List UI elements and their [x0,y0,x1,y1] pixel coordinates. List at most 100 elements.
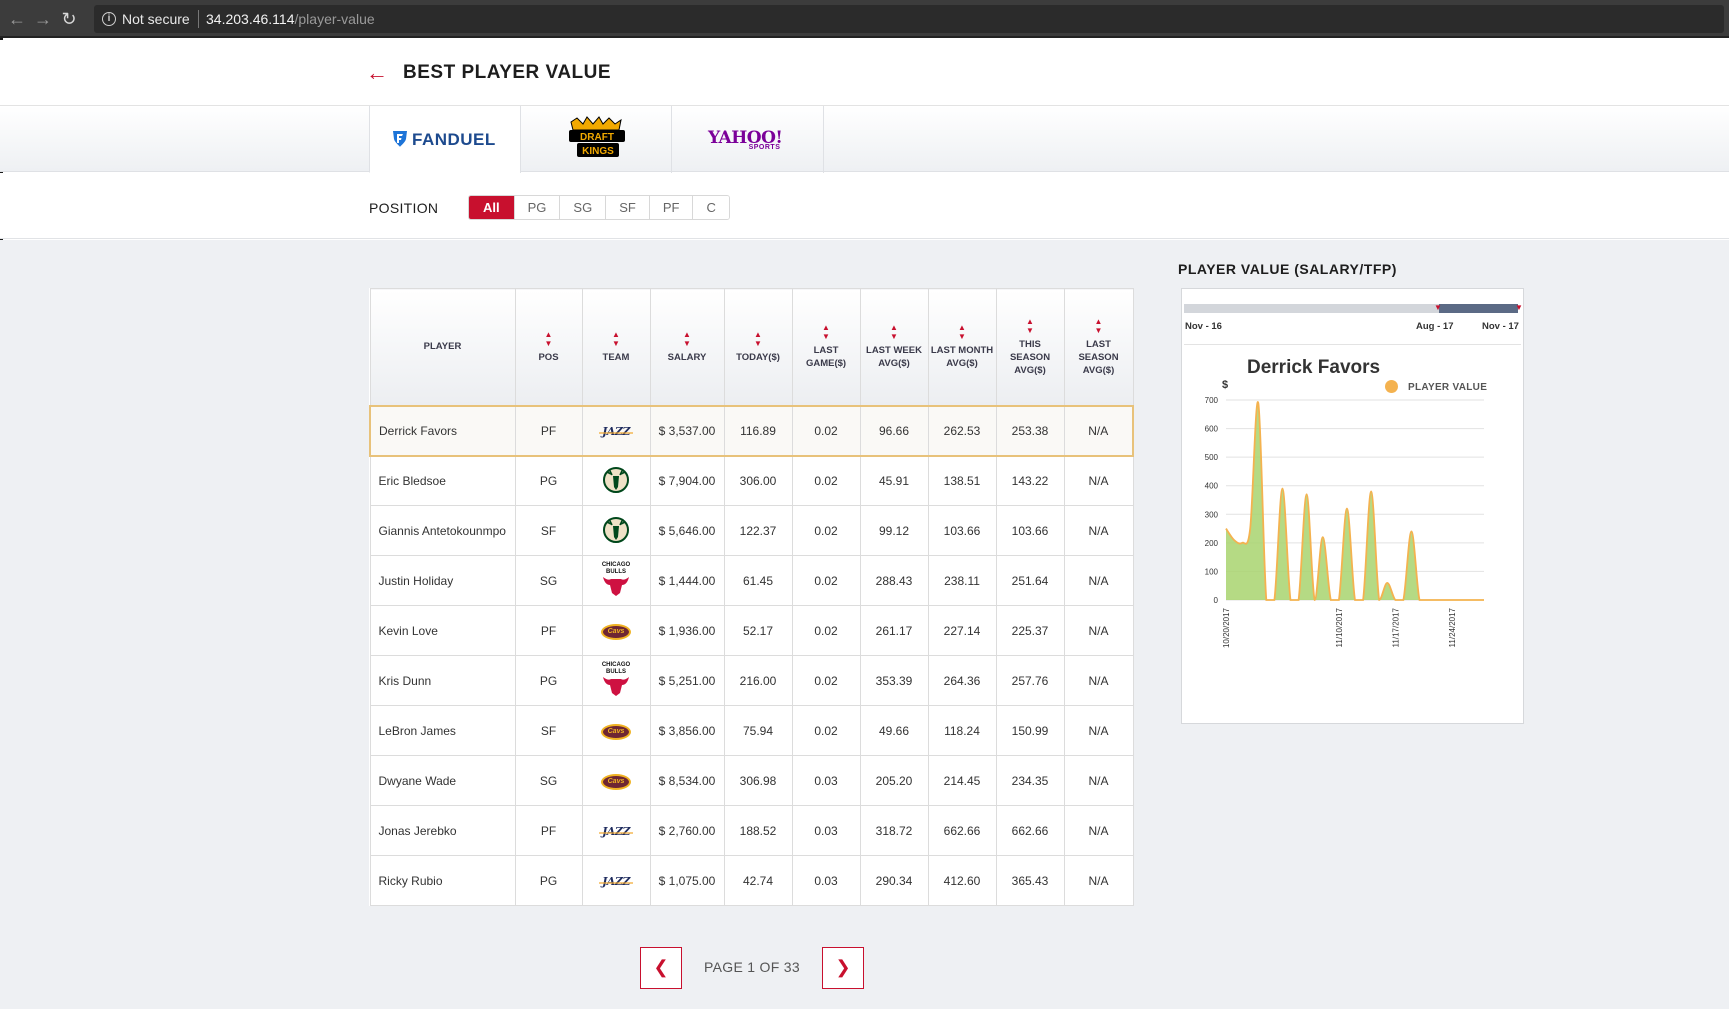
col-team[interactable]: ▲ ▼ TEAM [581,288,651,406]
table-row[interactable]: LeBron James SF Cavs $ 3,856.00 75.94 0.02 49.… [369,705,1134,756]
cell-last-season: N/A [1063,455,1134,506]
cell-this-season: 225.37 [995,605,1065,656]
legend-label: PLAYER VALUE [1408,382,1488,393]
cell-today: 188.52 [723,805,793,856]
cell-this-season: 143.22 [995,455,1065,506]
range-selection[interactable] [1439,304,1518,313]
tab-draftkings[interactable]: DRAFT KINGS [520,106,672,173]
table-row[interactable]: Dwyane Wade SG Cavs $ 8,534.00 306.98 0.03 205… [369,755,1134,806]
cell-last-month: 103.66 [927,505,997,556]
table-row[interactable]: Eric Bledsoe PG $ 7,904.00 306.00 0.02 45.91 1… [369,455,1134,506]
cell-this-season: 103.66 [995,505,1065,556]
col-last-week-label: LAST WEEK AVG($) [866,345,922,370]
cell-last-month: 662.66 [927,805,997,856]
table-row[interactable]: Ricky Rubio PG JAZZ $ 1,075.00 42.74 0.03 290.… [369,855,1134,906]
y-axis-unit: $ [1222,379,1229,391]
cell-pos: SG [514,555,583,606]
sort-icon: ▲ ▼ [1026,316,1034,335]
table-row[interactable]: Jonas Jerebko PF JAZZ $ 2,760.00 188.52 0.03 3… [369,805,1134,856]
position-sg-button[interactable]: SG [560,196,607,219]
col-pos[interactable]: ▲ ▼ POS [514,288,583,406]
cell-last-week: 49.66 [859,705,929,756]
cell-last-month: 214.45 [927,755,997,806]
cell-team: CHICAGO BULLS [581,655,651,706]
col-this-season[interactable]: ▲ ▼ THIS SEASON AVG($) [995,288,1065,406]
cell-today: 216.00 [723,655,793,706]
cell-last-month: 138.51 [927,455,997,506]
cell-pos: SG [514,755,583,806]
jazz-logo-icon: JAZZ [602,824,630,838]
col-player[interactable]: PLAYER [369,288,516,406]
col-today[interactable]: ▲ ▼ TODAY($) [723,288,793,406]
range-end-label: Nov - 17 [1482,321,1519,332]
table-row[interactable]: Kevin Love PF Cavs $ 1,936.00 52.17 0.02 261.1… [369,605,1134,656]
col-last-season[interactable]: ▲ ▼ LAST SEASON AVG($) [1063,288,1134,406]
info-icon[interactable]: i [102,12,116,26]
cell-pos: PF [514,404,583,457]
cavs-wordmark: Cavs [601,623,631,640]
forward-nav-icon[interactable]: → [32,8,54,30]
col-last-month[interactable]: ▲ ▼ LAST MONTH AVG($) [927,288,997,406]
back-nav-icon[interactable]: ← [6,8,28,30]
cell-last-game: 0.02 [791,455,861,506]
col-last-game[interactable]: ▲ ▼ LAST GAME($) [791,288,861,406]
y-tick-label: 600 [1205,425,1219,434]
cell-today: 75.94 [723,705,793,756]
col-last-week[interactable]: ▲ ▼ LAST WEEK AVG($) [859,288,929,406]
cell-last-season: N/A [1063,805,1134,856]
col-today-label: TODAY($) [736,351,780,363]
bucks-deer-icon [603,517,629,543]
range-start-handle-icon[interactable]: ▼ [1434,304,1442,312]
bulls-head-icon: CHICAGOBULLS [602,662,630,696]
cell-team [581,455,651,506]
table-body: Derrick Favors PF JAZZ $ 3,537.00 116.89 0.02… [369,404,1134,906]
position-pg-button[interactable]: PG [514,196,561,219]
reload-icon[interactable]: ↻ [58,8,80,30]
table-row[interactable]: Justin Holiday SG CHICAGO BULLS $ 1,444.00 61… [369,555,1134,606]
cell-salary: $ 2,760.00 [649,805,725,856]
chart-legend[interactable]: PLAYER VALUE [1385,380,1487,393]
url-host: 34.203.46.114 [206,11,295,27]
cell-player: Giannis Antetokounmpo [369,505,516,556]
address-bar[interactable]: i Not secure 34.203.46.114/player-value [94,5,1724,33]
cell-player: Eric Bledsoe [369,455,516,506]
col-last-game-label: LAST GAME($) [805,345,847,370]
cell-last-game: 0.02 [791,655,861,706]
table-row[interactable]: Giannis Antetokounmpo SF $ 5,646.00 122.37 0… [369,505,1134,556]
position-all-button[interactable]: All [469,196,515,219]
cell-last-season: N/A [1063,605,1134,656]
security-label: Not secure [122,11,190,27]
sort-icon: ▲ ▼ [683,329,691,348]
tab-yahoo[interactable]: YAHOO! SPORTS [671,106,824,173]
player-value-chart: 0 100 200 300 400 500 600 700 10/20/2017 11/10/20… [1205,396,1484,648]
cell-last-week: 288.43 [859,555,929,606]
col-player-label: PLAYER [423,341,462,353]
tab-fanduel[interactable]: FANDUEL [369,106,521,173]
date-range-slider[interactable]: ▼ ▼ Nov - 16 Aug - 17 Nov - 17 [1182,304,1525,332]
chevron-left-icon[interactable]: ❮ [640,947,682,989]
position-label: POSITION [369,200,439,216]
chevron-right-icon[interactable]: ❯ [822,947,864,989]
x-tick-label: 11/17/2017 [1391,607,1400,647]
table-row[interactable]: Derrick Favors PF JAZZ $ 3,537.00 116.89 0.02… [369,404,1134,457]
cell-team: JAZZ [581,855,651,906]
cell-today: 61.45 [723,555,793,606]
cell-last-month: 264.36 [927,655,997,706]
svg-text:CHICAGO: CHICAGO [602,562,631,568]
fanduel-name: FANDUEL [412,130,496,149]
y-tick-label: 100 [1205,567,1219,576]
cell-last-week: 99.12 [859,505,929,556]
cell-last-game: 0.03 [791,855,861,906]
position-c-button[interactable]: C [693,196,729,219]
range-end-handle-icon[interactable]: ▼ [1515,304,1523,312]
table-row[interactable]: Kris Dunn PG CHICAGO BULLS $ 5,251.00 216.00 0… [369,655,1134,706]
cell-last-season: N/A [1063,404,1134,457]
cell-last-month: 412.60 [927,855,997,906]
position-sf-button[interactable]: SF [606,196,650,219]
sort-icon: ▲ ▼ [612,329,620,348]
cell-salary: $ 1,075.00 [649,855,725,906]
position-pf-button[interactable]: PF [649,196,694,219]
col-salary[interactable]: ▲ ▼ SALARY [649,288,725,406]
cavaliers-logo-icon: Cavs [601,622,631,640]
arrow-left-icon[interactable]: ← [366,60,388,86]
